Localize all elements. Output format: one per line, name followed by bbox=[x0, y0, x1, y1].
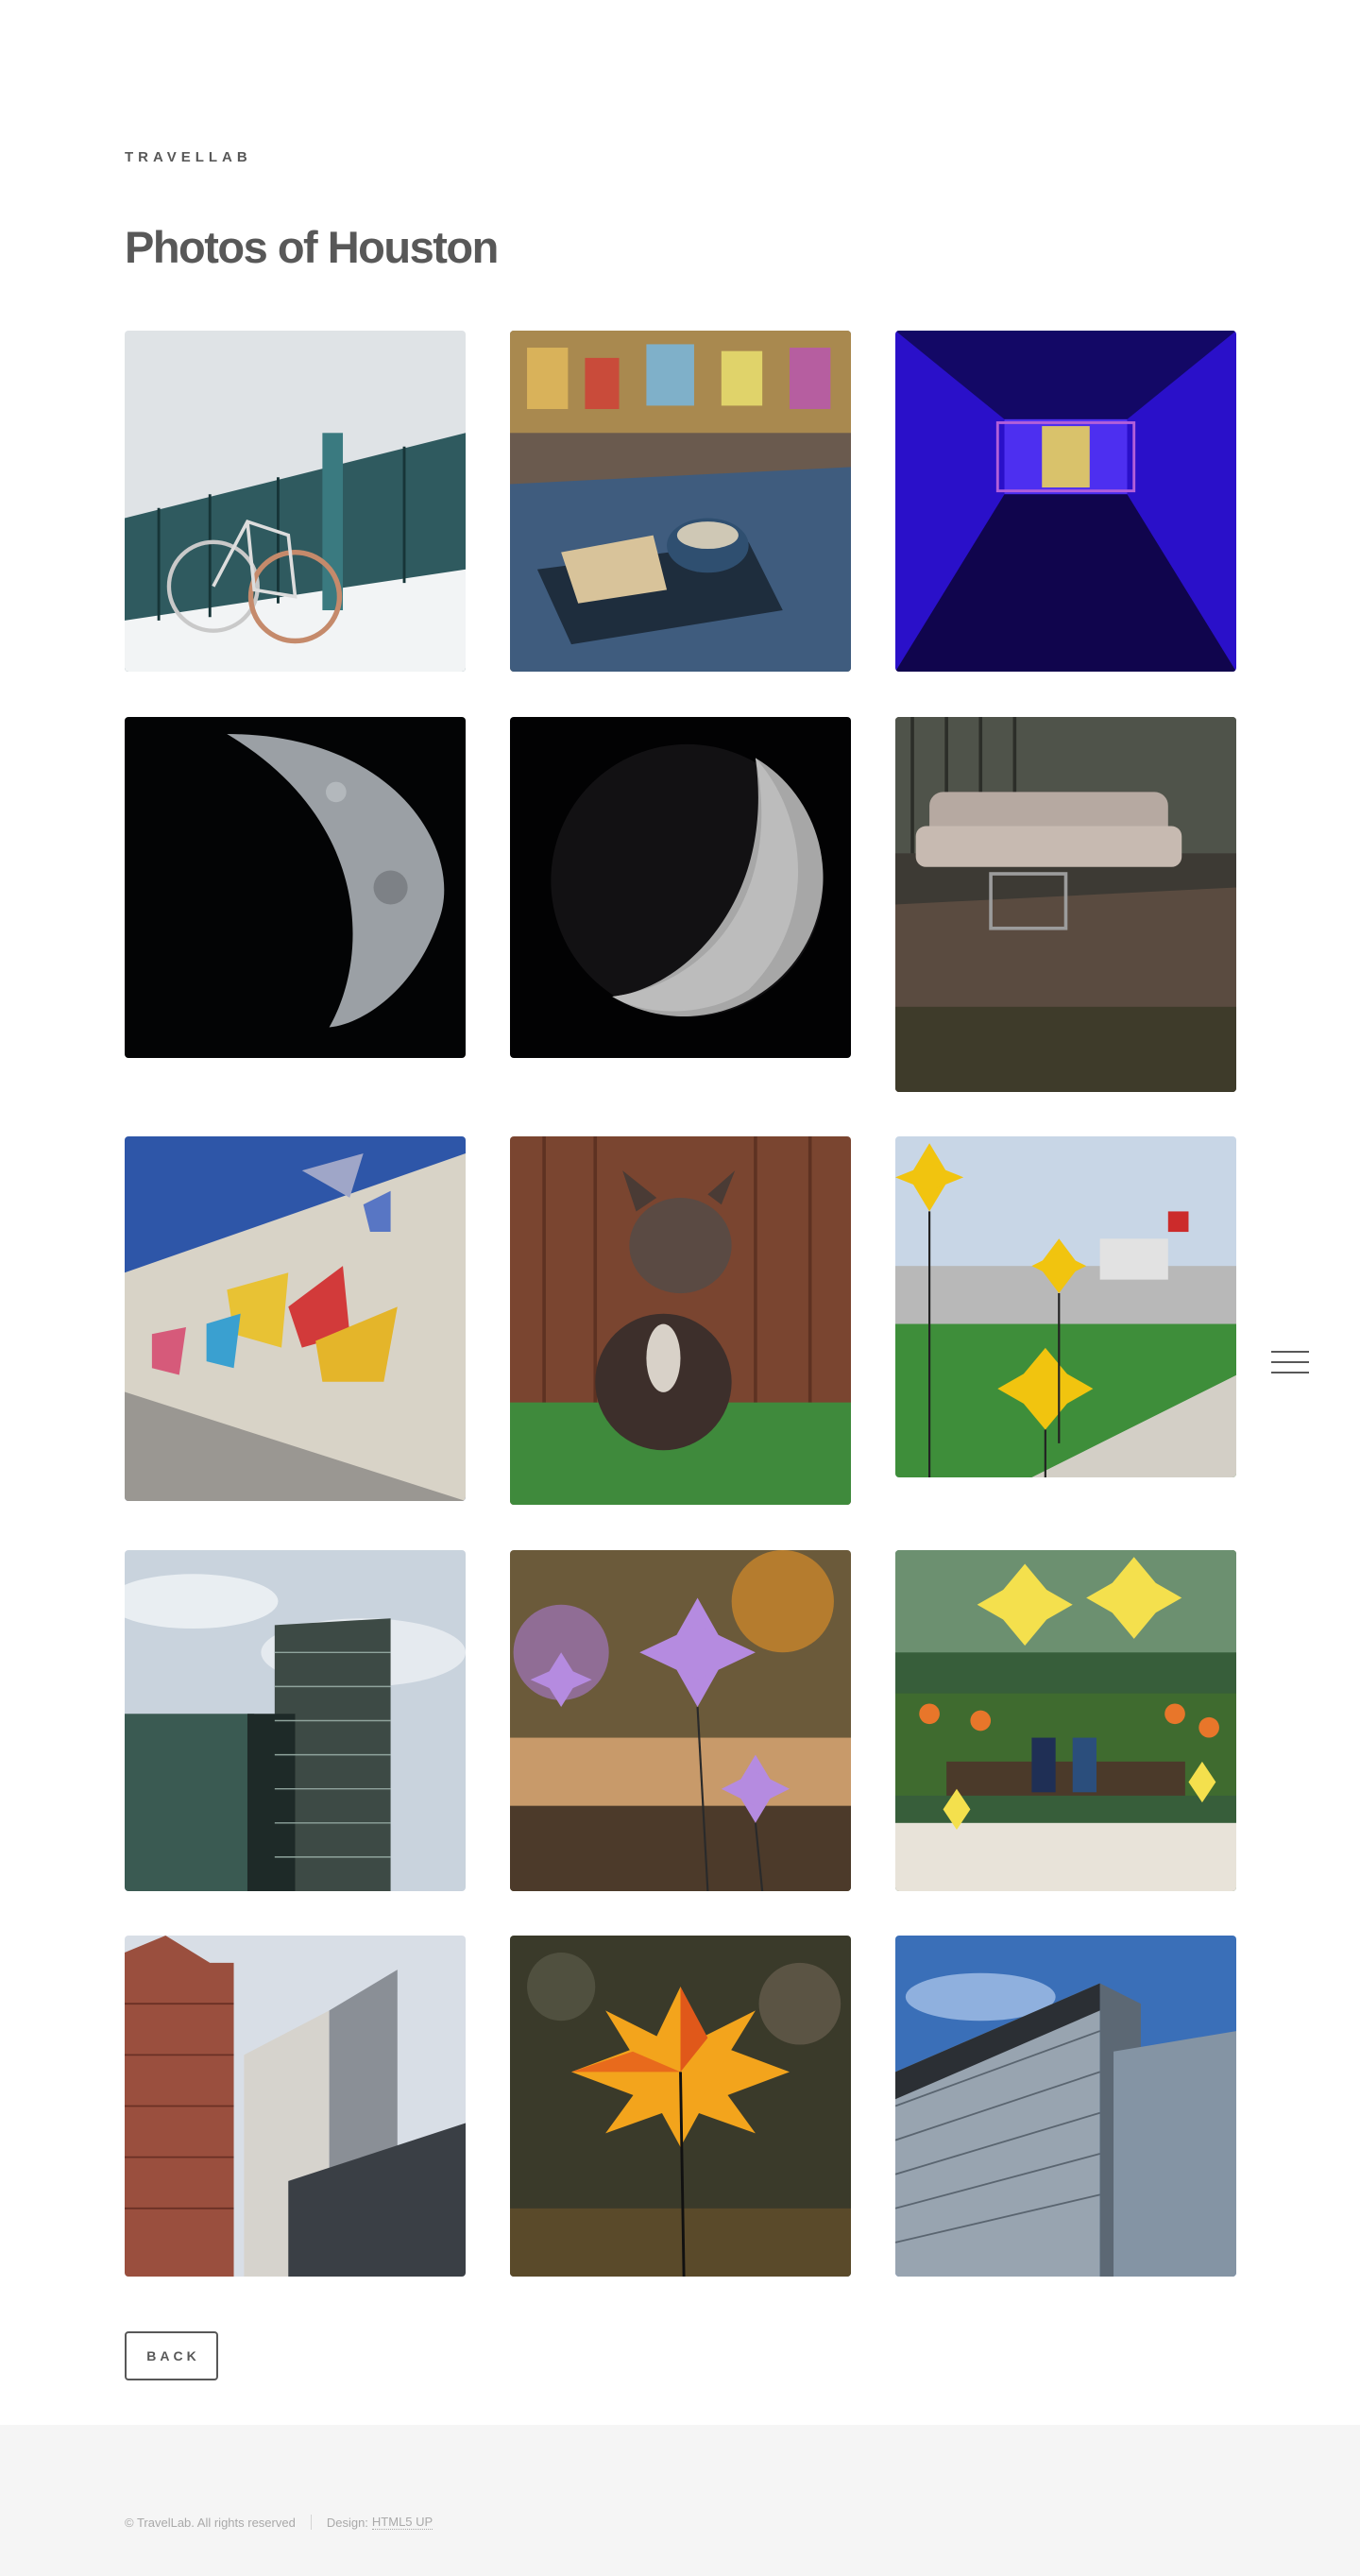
design-credit-link[interactable]: HTML5 UP bbox=[371, 2515, 434, 2530]
bicycle-photo bbox=[125, 331, 466, 672]
photo-tile-butterfly-mural[interactable] bbox=[125, 1136, 466, 1501]
purple-pinwheels-photo bbox=[510, 1550, 851, 1891]
photo-tile-sofa[interactable] bbox=[895, 717, 1236, 1092]
photo-tile-dog[interactable] bbox=[510, 1136, 851, 1505]
photo-tile-downtown-towers[interactable] bbox=[125, 1936, 466, 2277]
copyright-text: © TravelLab. All rights reserved bbox=[125, 2515, 296, 2530]
photo-tile-purple-pinwheels[interactable] bbox=[510, 1550, 851, 1891]
butterfly-mural-photo bbox=[125, 1136, 466, 1501]
page: TRAVELLAB Photos of Houston BACK © Trave… bbox=[0, 0, 1360, 2576]
office-building-photo bbox=[895, 1936, 1236, 2277]
back-button[interactable]: Back bbox=[125, 2331, 218, 2380]
footer: © TravelLab. All rights reserved Design:… bbox=[0, 2425, 1360, 2576]
tunnel-photo bbox=[895, 331, 1236, 672]
bench-photo bbox=[895, 1550, 1236, 1891]
photo-tile-bench[interactable] bbox=[895, 1550, 1236, 1891]
sandwich-photo bbox=[510, 331, 851, 672]
photo-tile-office-building[interactable] bbox=[895, 1936, 1236, 2277]
photo-tile-crescent-moon[interactable] bbox=[510, 717, 851, 1058]
photo-tile-orange-pinwheel[interactable] bbox=[510, 1936, 851, 2277]
yellow-pinwheels-photo bbox=[895, 1136, 1236, 1477]
orange-pinwheel-photo bbox=[510, 1936, 851, 2277]
half-moon-photo bbox=[125, 717, 466, 1058]
photo-tile-sandwich[interactable] bbox=[510, 331, 851, 672]
footer-credits: © TravelLab. All rights reserved Design:… bbox=[125, 2515, 434, 2530]
sofa-photo bbox=[895, 717, 1236, 1092]
photo-tile-half-moon[interactable] bbox=[125, 717, 466, 1058]
photo-tile-bicycle[interactable] bbox=[125, 331, 466, 672]
crescent-moon-photo bbox=[510, 717, 851, 1058]
hamburger-menu-icon[interactable] bbox=[1271, 1349, 1309, 1375]
glass-skyscraper-photo bbox=[125, 1550, 466, 1891]
downtown-towers-photo bbox=[125, 1936, 466, 2277]
photo-tile-tunnel[interactable] bbox=[895, 331, 1236, 672]
page-title: Photos of Houston bbox=[125, 222, 499, 272]
design-label: Design: bbox=[326, 2515, 368, 2530]
photo-tile-yellow-pinwheels[interactable] bbox=[895, 1136, 1236, 1477]
dog-photo bbox=[510, 1136, 851, 1505]
footer-divider bbox=[310, 2515, 312, 2530]
photo-tile-glass-skyscraper[interactable] bbox=[125, 1550, 466, 1891]
site-logo[interactable]: TRAVELLAB bbox=[125, 149, 252, 165]
